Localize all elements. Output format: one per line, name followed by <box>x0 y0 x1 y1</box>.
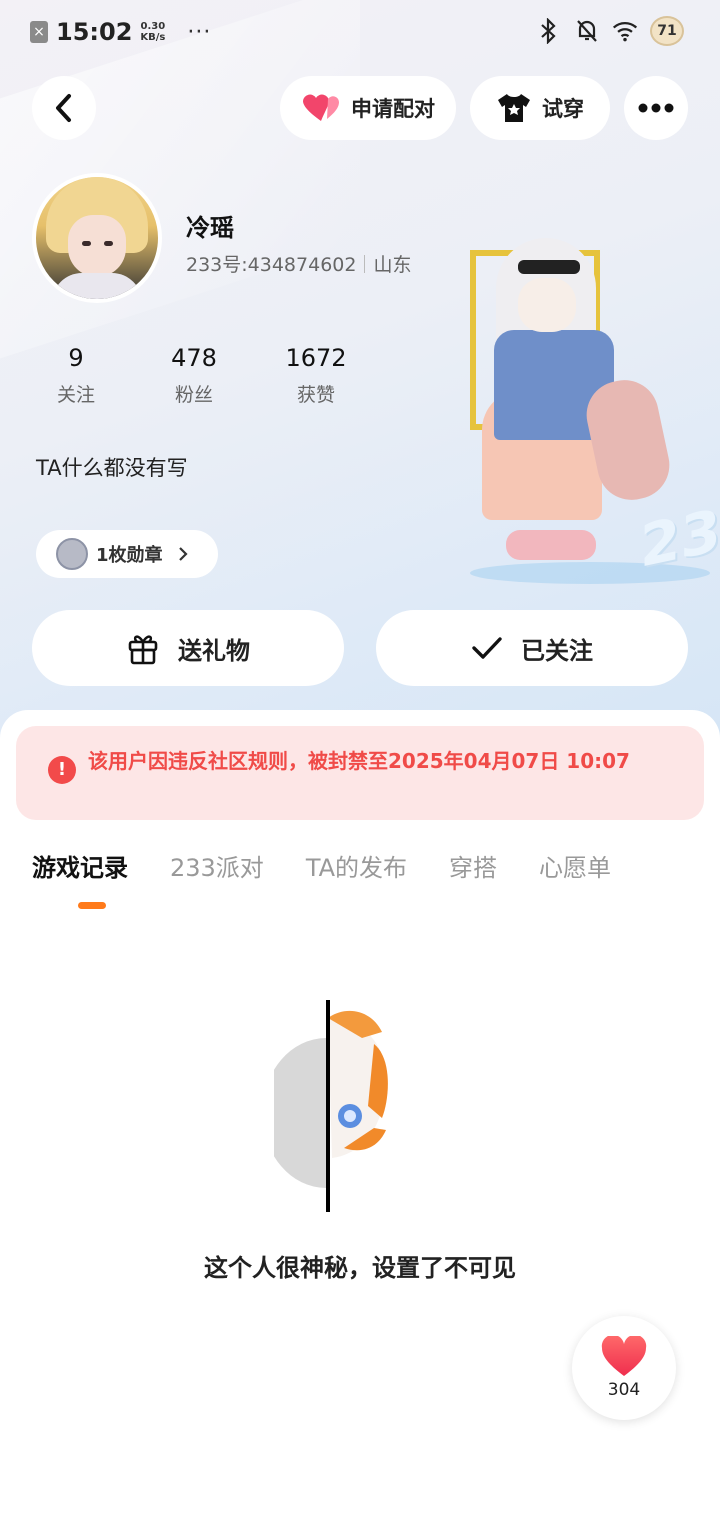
double-heart-icon <box>303 94 339 121</box>
send-gift-button[interactable]: 送礼物 <box>32 610 344 686</box>
stat-label: 关注 <box>56 384 95 406</box>
avatar-body <box>52 273 142 299</box>
more-dots-icon <box>638 103 674 113</box>
bio: TA什么都没有写 <box>36 456 188 480</box>
like-button[interactable]: 304 <box>572 1316 676 1420</box>
user-id: 233号:434874602 <box>186 254 357 276</box>
peeking-mascot-illustration <box>274 1000 388 1212</box>
stat-likes[interactable]: 1672 获赞 <box>266 344 366 407</box>
pair-request-button[interactable]: 申请配对 <box>280 76 456 140</box>
character-shoes <box>506 530 596 560</box>
stat-value: 478 <box>171 344 217 372</box>
status-time: 15:02 <box>56 18 133 46</box>
check-icon <box>472 637 502 659</box>
avatar-eye <box>104 241 113 246</box>
avatar-face <box>68 215 126 277</box>
empty-state-message: 这个人很神秘，设置了不可见 <box>204 1254 516 1282</box>
net-speed-value: 0.30 <box>140 21 166 32</box>
tab-posts[interactable]: TA的发布 <box>306 848 407 892</box>
nickname: 冷瑶 <box>186 214 234 242</box>
try-on-button[interactable]: 试穿 <box>470 76 610 140</box>
battery-indicator: 71 <box>650 16 684 46</box>
bluetooth-icon <box>536 17 562 45</box>
stat-label: 粉丝 <box>174 384 213 406</box>
stat-label: 获赞 <box>296 384 335 406</box>
tab-outfits[interactable]: 穿搭 <box>449 848 497 892</box>
user-id-line: 233号:434874602 山东 <box>186 250 411 277</box>
heart-icon <box>601 1336 647 1376</box>
more-button[interactable] <box>624 76 688 140</box>
net-speed-unit: KB/s <box>140 32 166 43</box>
medal-button[interactable]: 1枚勋章 <box>36 530 218 578</box>
ban-notice: ! 该用户因违反社区规则，被封禁至2025年04月07日 10:07 <box>16 726 704 820</box>
stat-following[interactable]: 9 关注 <box>26 344 126 407</box>
user-location: 山东 <box>373 254 412 276</box>
like-count: 304 <box>607 1380 641 1400</box>
profile-tabs: 游戏记录 233派对 TA的发布 穿搭 心愿单 <box>32 848 653 892</box>
tab-wishlist[interactable]: 心愿单 <box>539 848 611 892</box>
wifi-icon <box>612 17 638 45</box>
status-more: ··· <box>187 19 212 45</box>
followed-button[interactable]: 已关注 <box>376 610 688 686</box>
character-glasses <box>518 260 580 274</box>
gift-icon <box>128 635 158 665</box>
character-avatar[interactable]: 233 <box>460 230 720 600</box>
medal-icon <box>56 538 88 570</box>
chevron-right-icon <box>178 547 188 561</box>
net-speed: 0.30 KB/s <box>140 21 165 43</box>
id-separator <box>364 254 366 273</box>
stat-value: 9 <box>68 344 84 372</box>
character-face <box>518 278 576 332</box>
try-on-label: 试穿 <box>542 97 584 121</box>
stat-value: 1672 <box>285 344 347 372</box>
notification-close-icon: × <box>30 21 48 43</box>
status-bar: × 15:02 0.30 KB/s ··· 71 <box>0 0 720 64</box>
tshirt-icon <box>498 94 530 122</box>
followed-label: 已关注 <box>521 636 593 665</box>
send-gift-label: 送礼物 <box>178 636 250 665</box>
chevron-left-icon <box>56 94 71 122</box>
stat-followers[interactable]: 478 粉丝 <box>144 344 244 407</box>
pair-request-label: 申请配对 <box>351 97 435 121</box>
avatar-eye <box>82 241 91 246</box>
warning-icon: ! <box>48 756 76 784</box>
avatar[interactable] <box>32 173 162 303</box>
medal-label: 1枚勋章 <box>96 545 163 566</box>
back-button[interactable] <box>32 76 96 140</box>
decor-233: 233 <box>640 487 720 581</box>
active-tab-indicator <box>78 902 106 909</box>
mute-bell-icon <box>574 17 600 45</box>
tab-game-records[interactable]: 游戏记录 <box>32 848 128 892</box>
ban-notice-text: 该用户因违反社区规则，被封禁至2025年04月07日 10:07 <box>88 749 630 773</box>
tab-233-party[interactable]: 233派对 <box>170 848 264 892</box>
